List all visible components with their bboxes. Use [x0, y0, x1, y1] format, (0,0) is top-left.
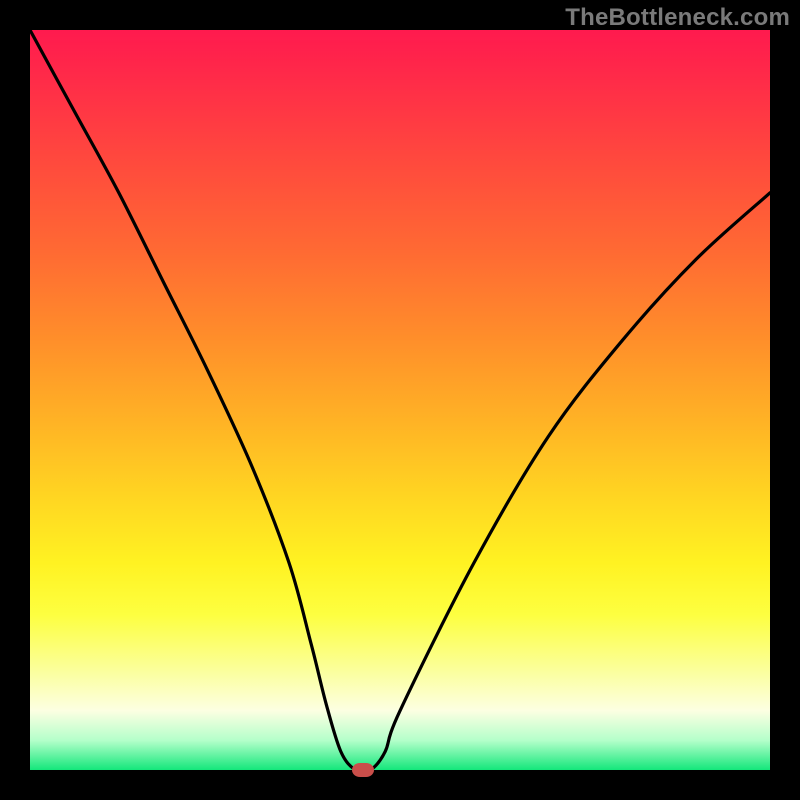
plot-area: [30, 30, 770, 770]
minimum-marker: [352, 763, 374, 777]
bottleneck-curve: [30, 30, 770, 770]
chart-frame: TheBottleneck.com: [0, 0, 800, 800]
watermark-text: TheBottleneck.com: [565, 4, 790, 32]
